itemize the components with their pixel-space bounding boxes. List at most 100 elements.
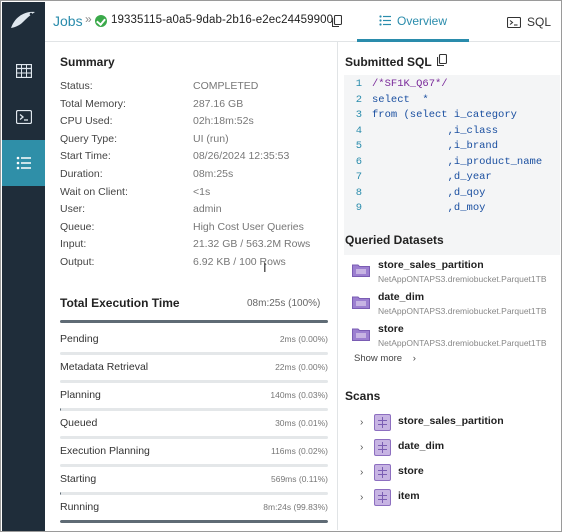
nav-rail	[2, 2, 45, 531]
completed-status-icon	[95, 15, 107, 27]
tab-sql[interactable]: SQL	[507, 2, 561, 42]
execution-phase-bar	[60, 436, 328, 439]
show-more-link[interactable]: Show more ›	[354, 353, 416, 364]
summary-value: 6.92 KB / 100 Rows	[193, 256, 286, 268]
execution-phase-value: 569ms (0.11%)	[270, 474, 328, 484]
execution-phase-label: Running	[60, 501, 100, 513]
summary-value: 08/26/2024 12:35:53	[193, 150, 290, 163]
execution-phase-bar	[60, 352, 328, 355]
summary-row: Queue: High Cost User Queries	[60, 221, 320, 238]
copy-sql-icon[interactable]	[437, 54, 447, 66]
execution-phase-label: Starting	[60, 473, 97, 485]
table-icon	[374, 414, 391, 431]
dataset-name: date_dim	[378, 291, 425, 303]
execution-phase-value: 30ms (0.01%)	[275, 418, 328, 428]
dataset-path: NetAppONTAPS3.dremiobucket.Parquet1TB	[378, 306, 547, 316]
chevron-right-icon[interactable]: ›	[360, 467, 363, 478]
sql-line-number: 1	[355, 78, 362, 90]
summary-row: Start Time: 08/26/2024 12:35:53	[60, 150, 320, 167]
summary-value: COMPLETED	[193, 80, 259, 92]
summary-row: Input: 21.32 GB / 563.2M Rows	[60, 238, 320, 255]
terminal-icon	[507, 16, 521, 28]
scan-item[interactable]: › item	[360, 489, 560, 507]
scan-name: store_sales_partition	[398, 415, 504, 427]
execution-phase-bar	[60, 492, 328, 495]
sql-line-text: from (select i_category	[372, 109, 517, 121]
scan-item[interactable]: › store	[360, 464, 560, 482]
copy-icon[interactable]	[332, 15, 342, 27]
nav-jobs-button[interactable]	[2, 140, 45, 186]
summary-row: Status: COMPLETED	[60, 80, 320, 97]
sql-line-text: select *	[372, 93, 429, 106]
summary-row: Output: 6.92 KB / 100 Rows	[60, 256, 320, 273]
summary-key: Queue:	[60, 220, 95, 233]
sql-line-text: ,d_moy	[372, 202, 486, 214]
table-icon	[374, 489, 391, 506]
job-id: 19335115-a0a5-9dab-2b16-e2ec24459900	[111, 14, 334, 26]
summary-key: Wait on Client:	[60, 185, 128, 198]
execution-phase-bar	[60, 380, 328, 383]
summary-panel: Summary Status: COMPLETED Total Memory: 287…	[45, 42, 337, 530]
dataset-item[interactable]: store_sales_partition NetAppONTAPS3.dremi…	[352, 257, 561, 289]
execution-phase-value: 8m:24s (99.83%)	[263, 502, 328, 512]
table-icon	[374, 439, 391, 456]
summary-key: User:	[60, 203, 86, 216]
scan-item[interactable]: › date_dim	[360, 439, 560, 457]
summary-key: Output:	[60, 256, 95, 268]
execution-phase-label: Execution Planning	[60, 445, 150, 457]
summary-row: Duration: 08m:25s	[60, 168, 320, 185]
nav-datasets-button[interactable]	[2, 48, 45, 94]
sql-line-number: 7	[355, 171, 362, 183]
execution-phase-row: Starting 569ms (0.11%)	[60, 470, 328, 498]
sql-code-block[interactable]: 1 /*SF1K_Q67*/ 2 select * 3 from (select i_ca…	[344, 75, 560, 255]
list-icon	[379, 15, 391, 26]
sql-line-text: ,i_class	[372, 124, 499, 137]
terminal-icon	[15, 110, 32, 124]
summary-key: Status:	[60, 80, 93, 92]
chevron-right-icon[interactable]: ›	[360, 442, 363, 453]
execution-title: Total Execution Time	[60, 296, 180, 310]
execution-phase-row: Running 8m:24s (99.83%)	[60, 498, 328, 526]
sql-line-number: 3	[355, 109, 362, 121]
summary-value: High Cost User Queries	[193, 220, 304, 233]
summary-key: Total Memory:	[60, 97, 126, 110]
execution-phase-bar	[60, 408, 328, 411]
queried-datasets-title: Queried Datasets	[345, 233, 444, 247]
execution-total-bar	[60, 320, 328, 323]
chevron-right-icon[interactable]: ›	[360, 417, 363, 428]
execution-phase-label: Metadata Retrieval	[60, 361, 149, 373]
summary-row: Wait on Client: <1s	[60, 186, 320, 203]
summary-title: Summary	[60, 55, 115, 69]
execution-phase-label: Planning	[60, 389, 101, 401]
sql-line-number: 5	[355, 140, 362, 152]
summary-key: Query Type:	[60, 132, 118, 145]
dremio-logo-icon[interactable]	[8, 8, 38, 34]
dataset-item[interactable]: store NetAppONTAPS3.dremiobucket.Parquet1…	[352, 321, 561, 353]
breadcrumb-jobs-link[interactable]: Jobs	[53, 13, 83, 29]
summary-row: Query Type: UI (run)	[60, 133, 320, 150]
summary-value: admin	[193, 203, 222, 216]
tab-overview[interactable]: Overview	[357, 2, 469, 42]
dataset-path: NetAppONTAPS3.dremiobucket.Parquet1TB	[378, 274, 547, 284]
breadcrumb-separator: »	[85, 12, 92, 26]
execution-phase-value: 2ms (0.00%)	[279, 334, 328, 344]
dataset-name: store_sales_partition	[378, 259, 484, 271]
dataset-item[interactable]: date_dim NetAppONTAPS3.dremiobucket.Parqu…	[352, 289, 561, 321]
execution-phase-row: Execution Planning 116ms (0.02%)	[60, 442, 328, 470]
show-more-label: Show more	[354, 353, 403, 364]
summary-value: 21.32 GB / 563.2M Rows	[193, 238, 311, 251]
summary-row: Total Memory: 287.16 GB	[60, 98, 320, 115]
tab-sql-label: SQL	[527, 15, 552, 29]
sql-line-number: 6	[355, 155, 362, 168]
sql-line-number: 4	[355, 124, 362, 137]
chevron-right-icon[interactable]: ›	[360, 492, 363, 503]
summary-value: 02h:18m:52s	[193, 115, 254, 128]
sql-line-number: 8	[355, 186, 362, 199]
nav-sql-runner-button[interactable]	[2, 94, 45, 140]
scan-name: date_dim	[398, 440, 445, 452]
sql-line-text: ,i_brand	[372, 140, 499, 152]
scan-item[interactable]: › store_sales_partition	[360, 414, 560, 432]
summary-row: User: admin	[60, 203, 320, 220]
execution-phase-row: Planning 140ms (0.03%)	[60, 386, 328, 414]
summary-value: 287.16 GB	[193, 97, 244, 110]
